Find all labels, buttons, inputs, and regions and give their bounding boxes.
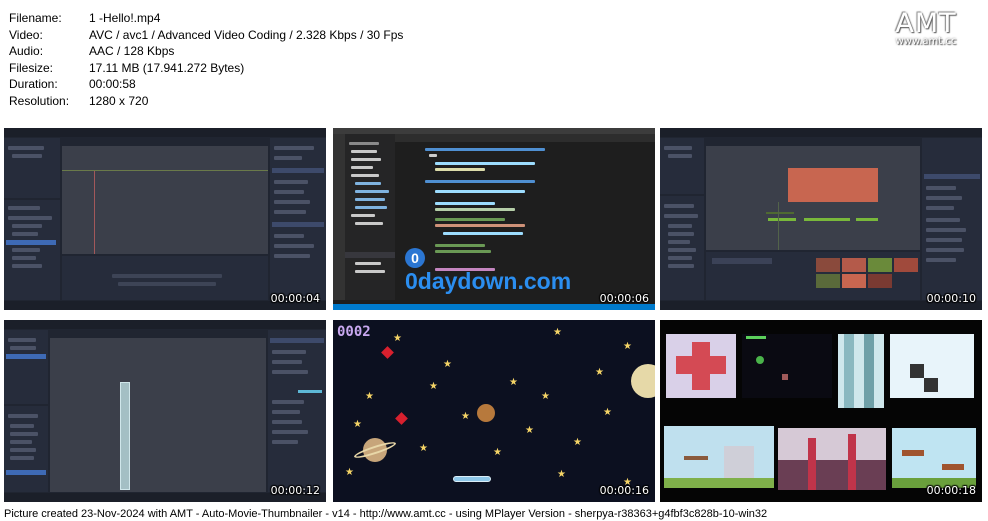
info-value: AAC / 128 Kbps (89, 44, 175, 58)
info-row-filename: Filename: 1 -Hello!.mp4 (9, 10, 403, 27)
star: ★ (623, 341, 632, 352)
star: ★ (461, 411, 470, 422)
info-value: 1 -Hello!.mp4 (89, 11, 161, 25)
info-value: 00:00:58 (89, 77, 136, 91)
star: ★ (443, 359, 452, 370)
timestamp: 00:00:18 (926, 484, 976, 497)
file-info: Filename: 1 -Hello!.mp4 Video: AVC / avc1 … (9, 10, 403, 109)
watermark-text: 0daydown.com (405, 268, 572, 294)
filesystem-dock (4, 200, 60, 300)
star: ★ (429, 381, 438, 392)
star: ★ (353, 419, 362, 430)
star: ★ (603, 407, 612, 418)
scene-cliffs (778, 428, 886, 490)
timestamp: 00:00:04 (270, 292, 320, 305)
timestamp: 00:00:16 (599, 484, 649, 497)
scene-blocks (890, 334, 974, 398)
editor-menubar (660, 128, 982, 137)
viewport (62, 146, 268, 254)
info-key: Audio: (9, 44, 44, 58)
scene-dock (660, 138, 704, 194)
scene-desert (892, 428, 976, 488)
viewport (50, 338, 266, 492)
thumbnail-3[interactable]: 00:00:10 (660, 128, 982, 310)
info-row-filesize: Filesize: 17.11 MB (17.941.272 Bytes) (9, 60, 403, 77)
inspector-dock (922, 138, 982, 300)
info-row-audio: Audio: AAC / 128 Kbps (9, 43, 403, 60)
star: ★ (573, 437, 582, 448)
thumbnail-4[interactable]: 00:00:12 (4, 320, 326, 502)
star: ★ (393, 333, 402, 344)
editor-menubar (4, 128, 326, 137)
star: ★ (541, 391, 550, 402)
thumbnail-6[interactable]: 00:00:18 (660, 320, 982, 502)
tileset-panel (706, 252, 920, 300)
info-key: Video: (9, 27, 43, 42)
score-label: 0002 (337, 324, 371, 340)
star: ★ (525, 425, 534, 436)
timestamp: 00:00:06 (599, 292, 649, 305)
star: ★ (557, 469, 566, 480)
inspector-dock (268, 330, 326, 492)
scene-dock (4, 330, 48, 404)
thumbnail-1[interactable]: 00:00:04 (4, 128, 326, 310)
inspector-dock (270, 138, 326, 300)
info-value: AVC / avc1 / Advanced Video Coding / 2.3… (89, 27, 404, 42)
star: ★ (345, 467, 354, 478)
info-value: 1280 x 720 (89, 93, 149, 108)
watermark-icon: 0 (405, 248, 425, 268)
viewport (706, 146, 920, 250)
info-key: Resolution: (9, 93, 70, 108)
editor-tabs (395, 134, 655, 142)
star: ★ (595, 367, 604, 378)
tile-block (788, 168, 878, 202)
star: ★ (419, 443, 428, 454)
star: ★ (493, 447, 502, 458)
filesystem-dock (4, 406, 48, 492)
collision-shape (120, 382, 130, 490)
info-row-resolution: Resolution: 1280 x 720 (9, 93, 403, 110)
moon-icon (631, 364, 655, 398)
amt-logo: AMT www.amt.cc (878, 8, 974, 47)
saturn-icon (352, 430, 398, 470)
player-ship (453, 476, 491, 482)
thumbnail-5[interactable]: 0002 ★ ★ ★ ★ ★ ★ ★ ★ ★ ★ ★ ★ ★ ★ ★ ★ ★ ★… (333, 320, 655, 502)
red-gem (395, 412, 408, 425)
star: ★ (553, 327, 562, 338)
watermark: 0 0daydown.com (405, 248, 585, 294)
planet-icon (477, 404, 495, 422)
explorer-panel (345, 134, 395, 300)
editor-menubar (4, 320, 326, 329)
timestamp: 00:00:12 (270, 484, 320, 497)
info-value: 17.11 MB (17.941.272 Bytes) (89, 60, 245, 75)
scene-pillars (838, 334, 884, 408)
logo-title: AMT (895, 8, 957, 39)
info-key: Duration: (9, 77, 58, 91)
logo-url: www.amt.cc (895, 36, 957, 47)
star: ★ (509, 377, 518, 388)
timestamp: 00:00:10 (926, 292, 976, 305)
star: ★ (365, 391, 374, 402)
red-gem (381, 346, 394, 359)
tilemap-panel (62, 256, 268, 300)
info-key: Filename: (9, 11, 62, 25)
thumbnail-2[interactable]: 0 0daydown.com 00:00:06 (333, 128, 655, 310)
scene-dock (4, 138, 60, 198)
scene-castle (664, 426, 774, 488)
info-row-video: Video: AVC / avc1 / Advanced Video Coding… (9, 27, 403, 44)
filesystem-dock (660, 196, 704, 300)
info-key: Filesize: (9, 60, 54, 75)
footer-caption: Picture created 23-Nov-2024 with AMT - A… (4, 508, 768, 520)
info-row-duration: Duration: 00:00:58 (9, 76, 403, 93)
scene-space-dark (742, 334, 832, 398)
scene-tile-cross (666, 334, 736, 398)
activity-bar (333, 134, 345, 300)
